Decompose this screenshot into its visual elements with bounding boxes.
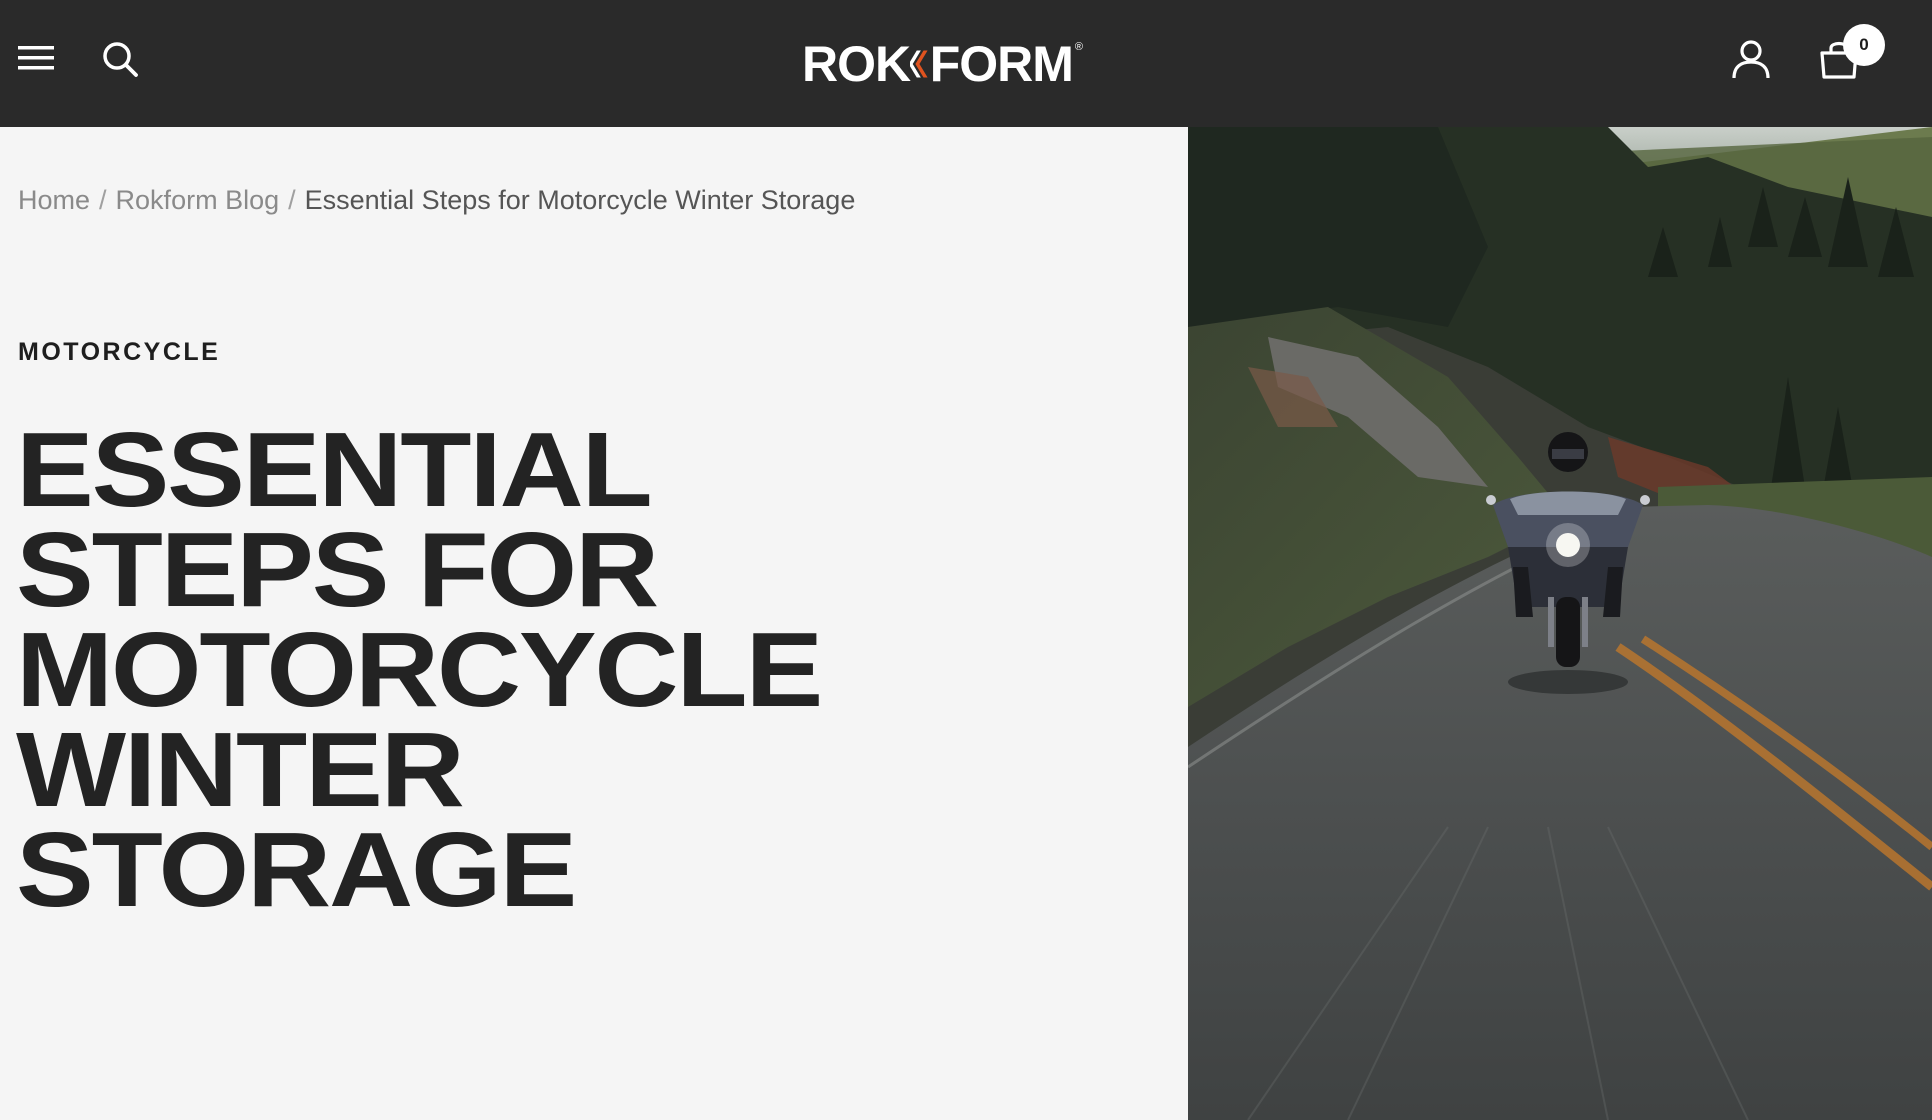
- article-title: ESSENTIAL STEPS FOR MOTORCYCLE WINTER ST…: [16, 411, 1116, 929]
- article-title-line: STORAGE: [16, 811, 577, 929]
- account-button[interactable]: [1726, 34, 1776, 84]
- rokform-logo[interactable]: ROK FORM ®: [802, 36, 1083, 92]
- article-title-line: MOTORCYCLE: [16, 611, 823, 729]
- breadcrumb-separator: /: [99, 185, 107, 215]
- breadcrumb-current-page: Essential Steps for Motorcycle Winter St…: [304, 185, 856, 215]
- breadcrumb-blog-link[interactable]: Rokform Blog: [116, 185, 280, 215]
- breadcrumb: Home / Rokform Blog / Essential Steps for Mo…: [18, 182, 855, 218]
- menu-button[interactable]: [12, 34, 60, 82]
- logo-text-rok: ROK: [802, 36, 911, 92]
- logo-chevron-icon: [910, 50, 928, 78]
- breadcrumb-home-link[interactable]: Home: [18, 185, 90, 215]
- logo-registered-mark: ®: [1074, 41, 1083, 53]
- article-title-line: WINTER: [16, 711, 465, 829]
- site-header: ROK FORM ® 0: [0, 0, 1932, 127]
- user-icon: [1732, 40, 1770, 79]
- hamburger-menu-icon: [18, 46, 54, 70]
- hero-image: [1188, 127, 1932, 1120]
- search-button[interactable]: [95, 34, 145, 84]
- motorcycle-road-photo: [1188, 127, 1932, 1120]
- search-icon: [103, 42, 138, 77]
- cart-count-badge[interactable]: 0: [1843, 24, 1885, 66]
- article-title-line: ESSENTIAL: [16, 411, 653, 529]
- article-title-line: STEPS FOR: [16, 511, 659, 629]
- breadcrumb-separator: /: [288, 185, 296, 215]
- article-category-link[interactable]: MOTORCYCLE: [18, 338, 220, 367]
- logo-text-form: FORM: [929, 36, 1074, 92]
